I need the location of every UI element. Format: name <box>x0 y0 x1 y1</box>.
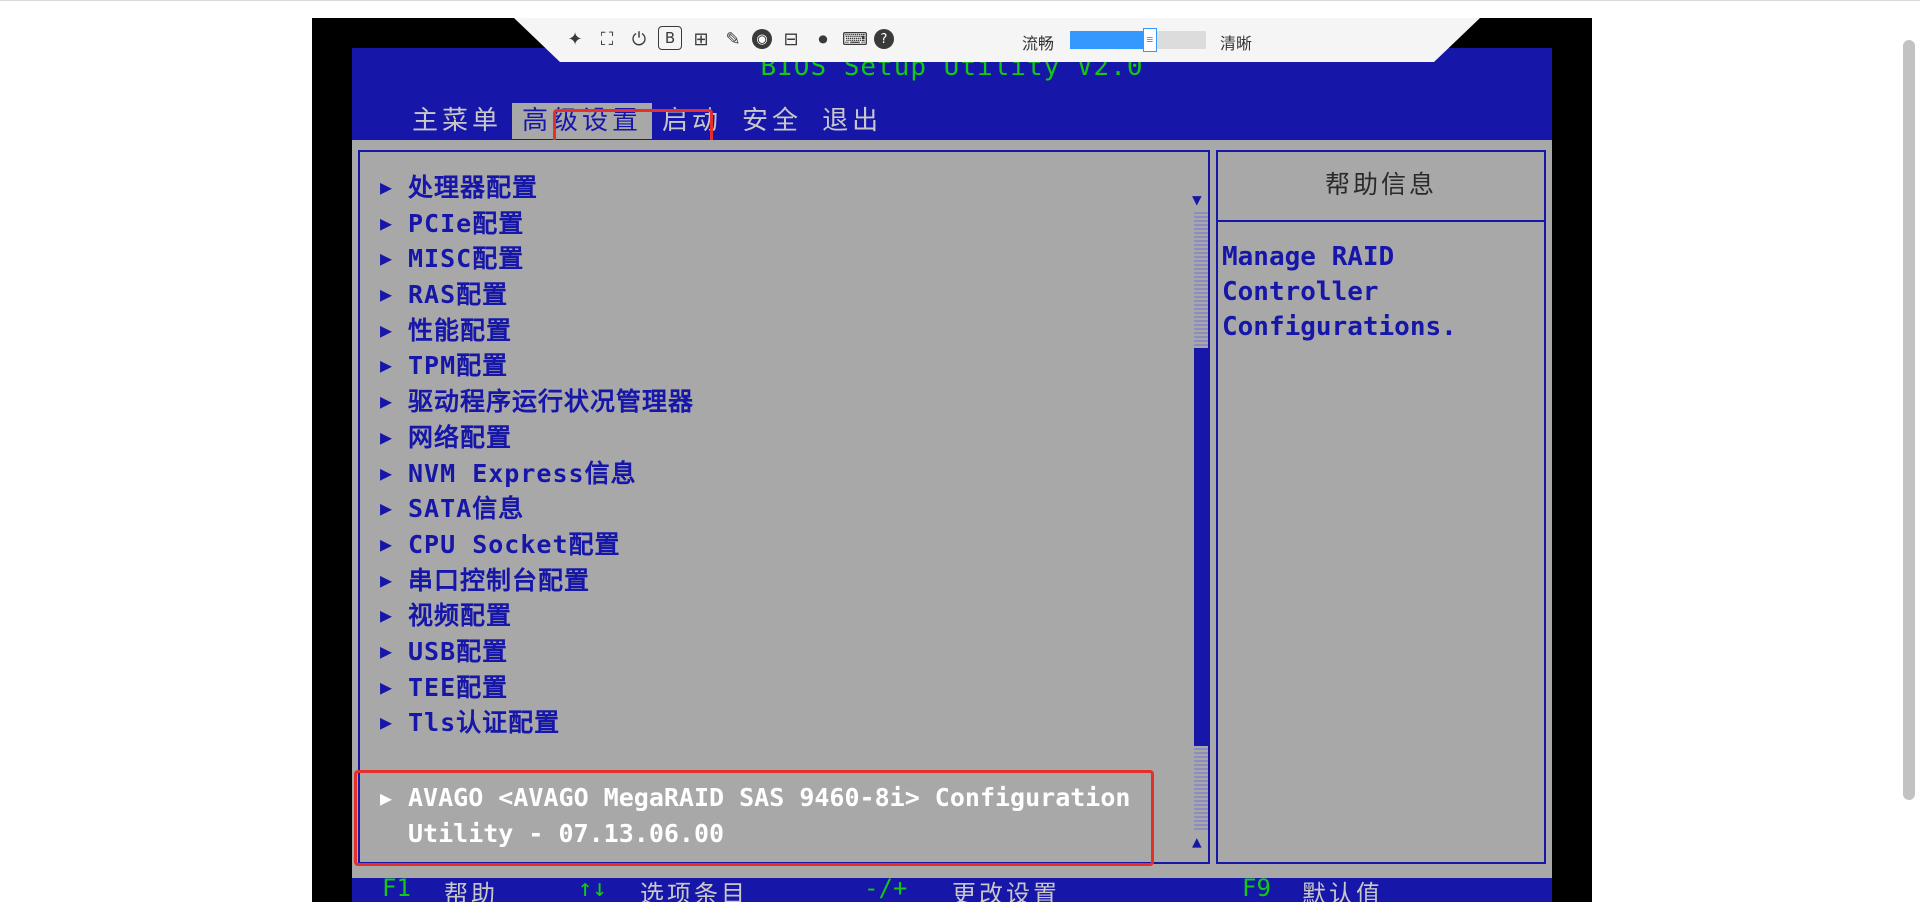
quality-slider-thumb[interactable]: ≡ <box>1142 28 1157 52</box>
menu-item-label: MISC配置 <box>408 244 525 274</box>
menu-item[interactable]: ▶ 处理器配置 <box>380 170 694 206</box>
triangle-right-icon: ▶ <box>380 496 393 521</box>
menu-item-label: 处理器配置 <box>408 173 539 202</box>
record-icon[interactable]: ⏺ <box>810 26 836 52</box>
menu-item[interactable]: ▶ RAS配置 <box>380 277 694 313</box>
clear-label: 清晰 <box>1220 34 1253 53</box>
menu-item-label: 网络配置 <box>408 422 513 452</box>
menu-item[interactable]: ▶ Tls认证配置 <box>380 705 694 741</box>
triangle-right-icon: ▶ <box>380 175 393 199</box>
menu-item-label: 性能配置 <box>408 315 513 345</box>
triangle-right-icon: ▶ <box>380 424 393 449</box>
triangle-right-icon: ▶ <box>380 460 393 485</box>
scroll-down-arrow-icon[interactable]: ▼ <box>1192 190 1202 209</box>
top-border <box>0 0 1920 1</box>
boot-icon[interactable]: B <box>658 26 682 50</box>
pin-icon[interactable]: ✦ <box>562 26 588 52</box>
keyboard-icon[interactable]: ⌨ <box>842 26 868 52</box>
save-icon[interactable]: ⊟ <box>778 26 804 52</box>
page-scrollbar[interactable] <box>1903 40 1915 800</box>
footer-change-key: -/+ <box>864 878 908 902</box>
menu-item[interactable]: ▶ PCIe配置 <box>380 206 694 242</box>
bios-screen[interactable]: BIOS Setup Utility V2.0 主菜单 高级设置 启动 安全 退… <box>352 48 1552 902</box>
help-text: Manage RAID Controller Configurations. <box>1222 242 1457 342</box>
bios-footer: F1 帮助 ↑↓ 选项条目 -/+ 更改设置 F9 默认值 <box>352 878 1552 902</box>
help-title: 帮助信息 <box>1218 152 1544 222</box>
triangle-right-icon: ▶ <box>380 210 393 235</box>
tab-security[interactable]: 安全 <box>732 103 812 139</box>
menu-item-label: PCIe配置 <box>408 208 525 238</box>
triangle-right-icon: ▶ <box>380 710 393 735</box>
smooth-label: 流畅 <box>1022 34 1055 53</box>
menu-item[interactable]: ▶ 视频配置 <box>380 598 694 634</box>
triangle-right-icon: ▶ <box>380 603 393 628</box>
disc-icon[interactable]: ◉ <box>752 29 772 49</box>
menu-item-label: NVM Express信息 <box>408 458 637 488</box>
quality-slider-fill <box>1070 31 1145 49</box>
menu-item-label: TPM配置 <box>408 351 509 381</box>
power-icon[interactable]: ⏻ <box>626 26 652 52</box>
item-highlight-box <box>354 770 1154 866</box>
menu-item[interactable]: ▶ TEE配置 <box>380 670 694 706</box>
footer-f1-desc: 帮助 <box>444 880 498 902</box>
menu-item-label: CPU Socket配置 <box>408 529 621 559</box>
help-panel: 帮助信息 Manage RAID Controller Configuratio… <box>1216 150 1546 864</box>
quality-slider[interactable]: ≡ <box>1070 28 1206 52</box>
menu-item[interactable]: ▶ SATA信息 <box>380 491 694 527</box>
footer-nav-key: ↑↓ <box>578 878 607 902</box>
menu-item[interactable]: ▶ NVM Express信息 <box>380 456 694 492</box>
bios-body: ▶ 处理器配置 ▶ PCIe配置 ▶ MISC配置 ▶ RAS配置 ▶ 性能配置 ▶ TPM配置 ▶ 驱动… <box>352 140 1552 878</box>
menu-item[interactable]: ▶ MISC配置 <box>380 241 694 277</box>
menu-item-label: SATA信息 <box>408 494 525 524</box>
triangle-right-icon: ▶ <box>380 317 393 342</box>
triangle-right-icon: ▶ <box>380 674 393 699</box>
menu-panel: ▶ 处理器配置 ▶ PCIe配置 ▶ MISC配置 ▶ RAS配置 ▶ 性能配置 ▶ TPM配置 ▶ 驱动… <box>354 150 1210 866</box>
menu-item-label: USB配置 <box>408 636 509 666</box>
menu-item[interactable]: ▶ CPU Socket配置 <box>380 527 694 563</box>
fullscreen-icon[interactable]: ⛶ <box>594 26 620 52</box>
footer-f9-desc: 默认值 <box>1302 880 1383 902</box>
remote-console[interactable]: BIOS Setup Utility V2.0 主菜单 高级设置 启动 安全 退… <box>312 18 1592 902</box>
triangle-right-icon: ▶ <box>380 389 393 414</box>
menu-item[interactable]: ▶ 串口控制台配置 <box>380 563 694 599</box>
menu-item-label: 串口控制台配置 <box>408 565 591 595</box>
footer-change-desc: 更改设置 <box>952 880 1060 902</box>
menu-item[interactable]: ▶ 驱动程序运行状况管理器 <box>380 384 694 420</box>
triangle-right-icon: ▶ <box>380 282 393 307</box>
menu-item-label: TEE配置 <box>408 672 509 702</box>
triangle-right-icon: ▶ <box>380 531 393 556</box>
footer-nav-desc: 选项条目 <box>640 880 748 902</box>
footer-f9-key: F9 <box>1242 878 1271 902</box>
footer-f1-key: F1 <box>382 878 411 902</box>
menu-item-list: ▶ 处理器配置 ▶ PCIe配置 ▶ MISC配置 ▶ RAS配置 ▶ 性能配置 ▶ TPM配置 ▶ 驱动… <box>380 170 694 741</box>
tab-main[interactable]: 主菜单 <box>402 103 512 139</box>
tab-exit[interactable]: 退出 <box>812 103 892 139</box>
console-toolbar: ✦ ⛶ ⏻ B ⊞ ✎ ◉ ⊟ ⏺ ⌨? 流畅 ≡ 清晰 <box>514 18 1480 62</box>
scrollbar-thumb[interactable] <box>1194 348 1208 746</box>
menu-item-label: 驱动程序运行状况管理器 <box>408 387 695 417</box>
menu-item-label: 视频配置 <box>408 601 513 631</box>
help-icon[interactable]: ? <box>874 29 894 49</box>
menu-item[interactable]: ▶ 性能配置 <box>380 313 694 349</box>
triangle-right-icon: ▶ <box>380 353 393 378</box>
menu-item[interactable]: ▶ TPM配置 <box>380 348 694 384</box>
network-share-icon[interactable]: ⊞ <box>688 26 714 52</box>
menu-item[interactable]: ▶ USB配置 <box>380 634 694 670</box>
menu-item-label: RAS配置 <box>408 280 509 310</box>
scroll-up-arrow-icon[interactable]: ▲ <box>1192 832 1202 851</box>
triangle-right-icon: ▶ <box>380 567 393 592</box>
mouse-icon[interactable]: ✎ <box>720 26 746 52</box>
menu-item[interactable]: ▶ 网络配置 <box>380 420 694 456</box>
menu-item-label: Tls认证配置 <box>408 708 561 738</box>
triangle-right-icon: ▶ <box>380 246 393 271</box>
toolbar-icons: ✦ ⛶ ⏻ B ⊞ ✎ ◉ ⊟ ⏺ ⌨? <box>562 26 894 52</box>
triangle-right-icon: ▶ <box>380 638 393 663</box>
